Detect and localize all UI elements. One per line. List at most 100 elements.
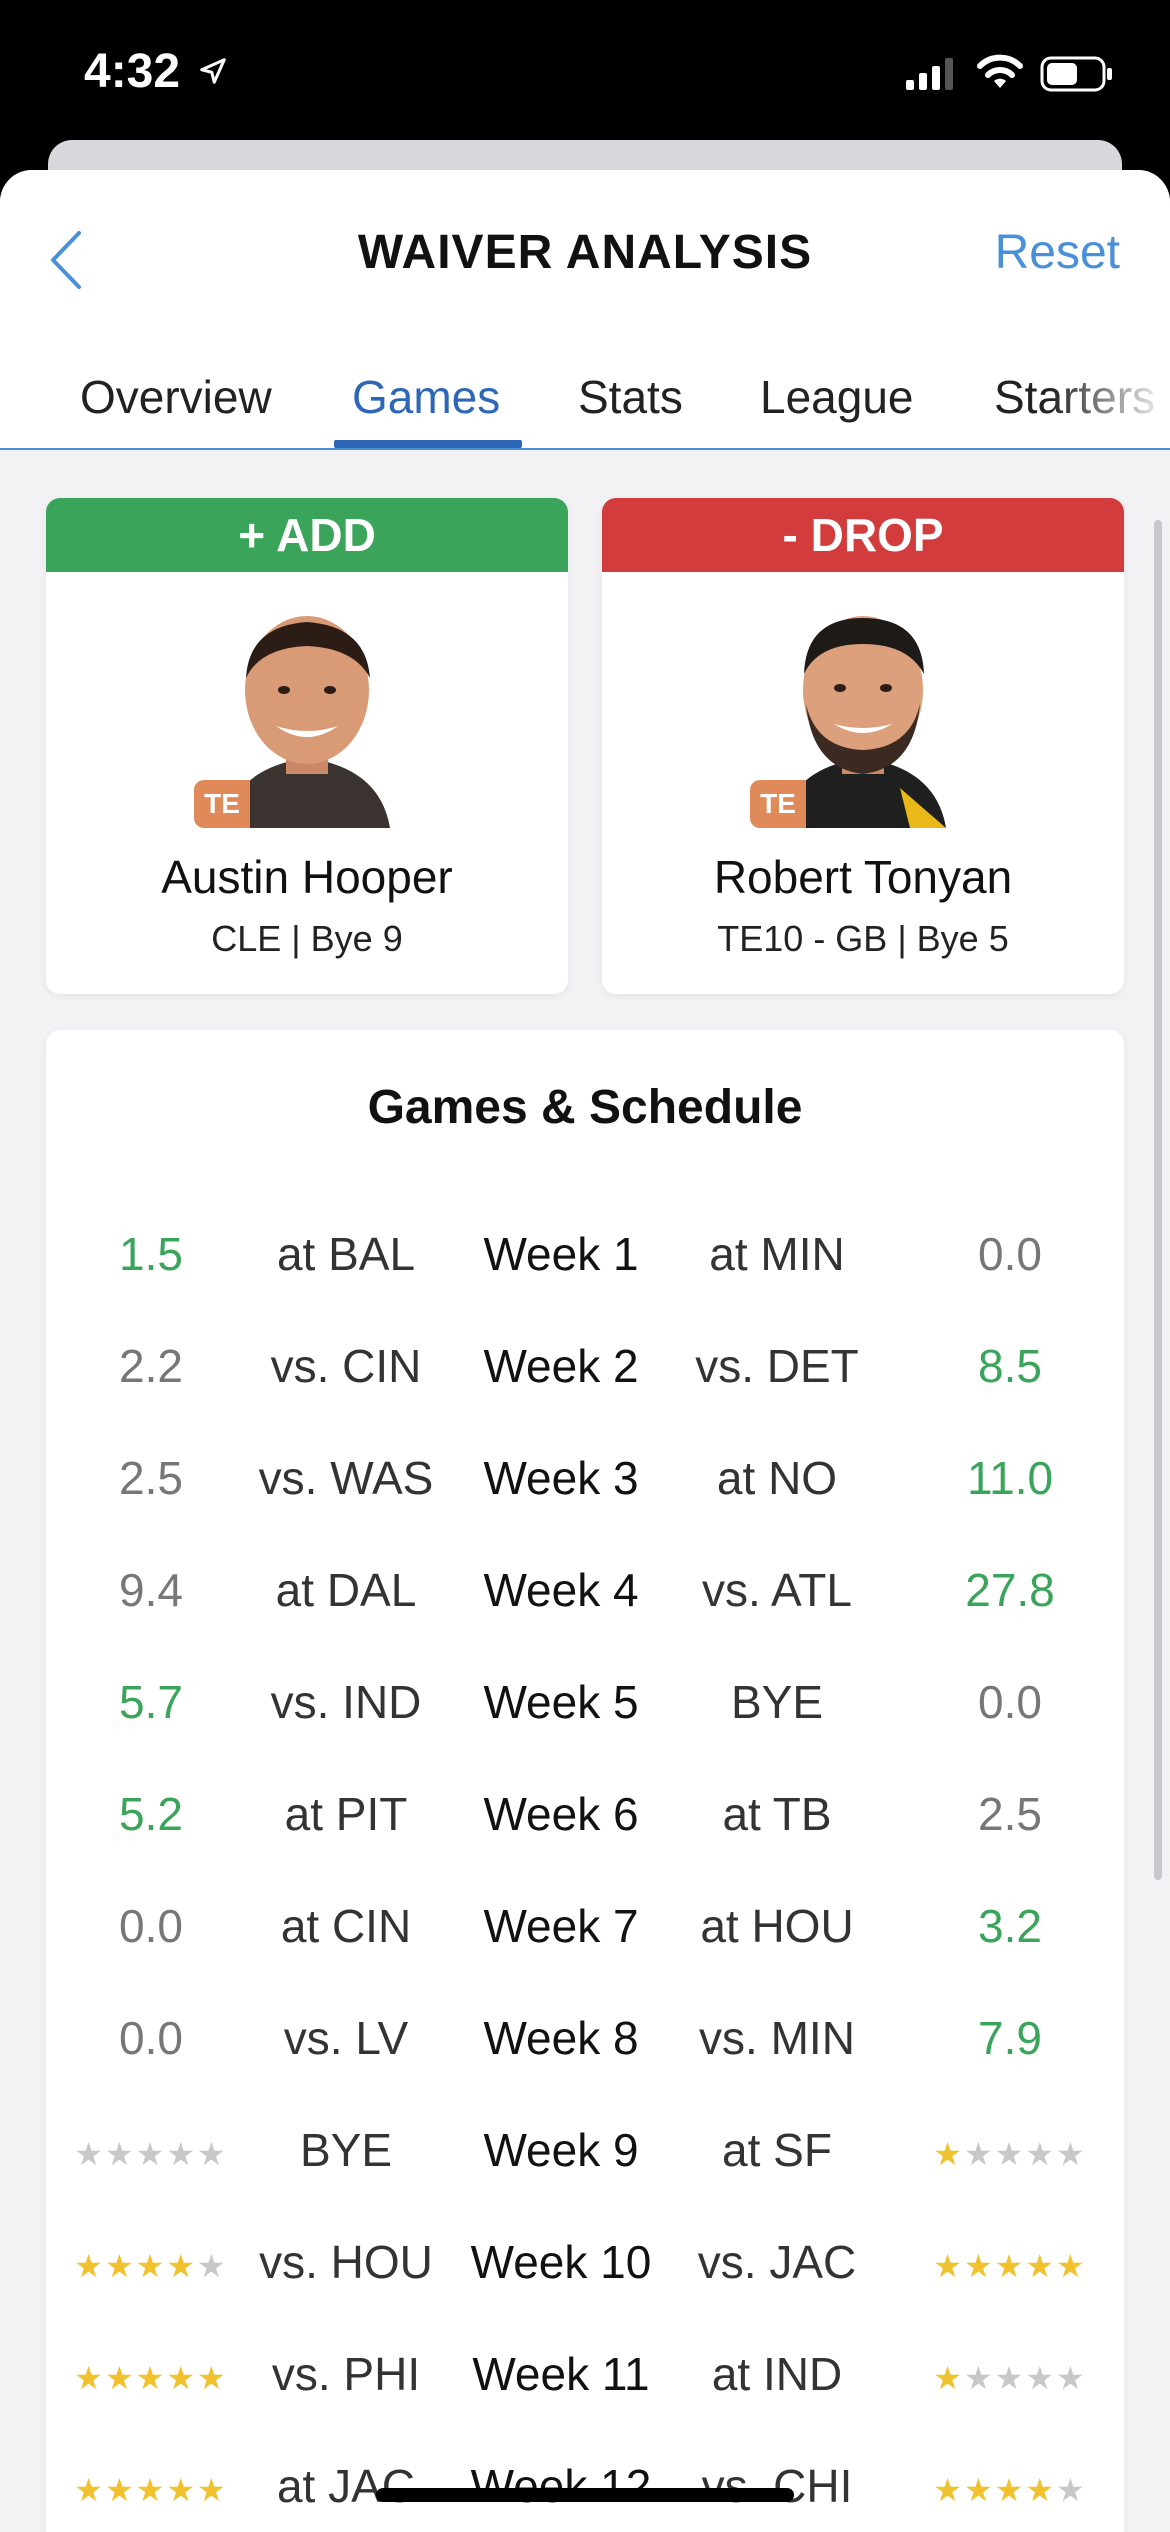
add-player-rating: ★★★★★: [46, 2206, 256, 2318]
add-header: + ADD: [46, 498, 568, 572]
add-player-points: 2.5: [119, 1452, 183, 1504]
tab-overview[interactable]: Overview: [80, 370, 272, 424]
reset-button[interactable]: Reset: [995, 225, 1120, 280]
star-filled-icon: ★: [933, 2471, 964, 2508]
drop-player-opponent: at TB: [722, 1788, 832, 1840]
schedule-row: ★★★★★ vs. PHI Week 11 at IND ★★★★★: [46, 2318, 1124, 2430]
drop-player-opponent: vs. ATL: [702, 1564, 852, 1616]
drop-player-opponent: vs. DET: [695, 1340, 859, 1392]
add-player-points: 9.4: [119, 1564, 183, 1616]
star-empty-icon: ★: [1025, 2359, 1057, 2396]
star-empty-icon: ★: [74, 2135, 105, 2172]
active-tab-indicator: [334, 440, 522, 448]
week-label: Week 9: [483, 2124, 639, 2176]
add-player-opponent: vs. CIN: [270, 1340, 422, 1392]
drop-player-points: 3.2: [978, 1900, 1042, 1952]
drop-player-rating: ★★★★★: [896, 2206, 1124, 2318]
week-label: Week 3: [483, 1452, 639, 1504]
drop-player-opponent: BYE: [730, 1676, 824, 1728]
tab-scroll-fade: [1050, 360, 1170, 448]
star-filled-icon: ★: [166, 2471, 198, 2508]
add-player-opponent: at JAC: [276, 2460, 416, 2512]
add-player-stars: ★★★★★: [74, 2098, 227, 2210]
week-label: Week 4: [483, 1564, 639, 1616]
drop-player-points: 8.5: [978, 1340, 1042, 1392]
tab-league[interactable]: League: [760, 370, 914, 424]
week-label: Week 1: [483, 1228, 639, 1280]
tab-games[interactable]: Games: [352, 370, 500, 424]
week-label: Week 6: [483, 1788, 639, 1840]
week-label: Week 11: [472, 2348, 650, 2400]
star-filled-icon: ★: [74, 2471, 105, 2508]
schedule-row: 0.0 vs. LV Week 8 vs. MIN 7.9: [46, 1982, 1124, 2094]
schedule-row: 2.5 vs. WAS Week 3 at NO 11.0: [46, 1422, 1124, 1534]
tab-bar: Overview Games Stats League Starters: [0, 360, 1170, 450]
add-player-points: 2.2: [119, 1340, 183, 1392]
star-filled-icon: ★: [933, 2135, 964, 2172]
star-filled-icon: ★: [933, 2359, 964, 2396]
star-filled-icon: ★: [104, 2471, 136, 2508]
star-empty-icon: ★: [1056, 2359, 1087, 2396]
drop-player-points: 0.0: [978, 1228, 1042, 1280]
star-filled-icon: ★: [963, 2471, 995, 2508]
drop-player-card[interactable]: - DROP TE Robert Tonyan TE10 - GB | Bye …: [602, 498, 1124, 994]
schedule-row: 5.2 at PIT Week 6 at TB 2.5: [46, 1758, 1124, 1870]
add-player-name: Austin Hooper: [161, 851, 453, 903]
add-player-opponent: at DAL: [275, 1564, 417, 1616]
position-badge: TE: [750, 780, 806, 828]
star-filled-icon: ★: [963, 2247, 995, 2284]
drop-player-points: 7.9: [978, 2012, 1042, 2064]
drop-player-details: TE10 - GB | Bye 5: [717, 918, 1009, 959]
star-empty-icon: ★: [1025, 2135, 1057, 2172]
add-player-points: 0.0: [119, 2012, 183, 2064]
week-label: Week 2: [483, 1340, 639, 1392]
drop-player-rating: ★★★★★: [896, 2318, 1124, 2430]
star-filled-icon: ★: [104, 2247, 136, 2284]
cellular-signal-icon: [906, 58, 953, 90]
schedule-row: 1.5 at BAL Week 1 at MIN 0.0: [46, 1198, 1124, 1310]
star-filled-icon: ★: [104, 2359, 136, 2396]
add-player-card[interactable]: + ADD TE Austin Hooper CLE | Bye 9: [46, 498, 568, 994]
home-indicator[interactable]: [376, 2488, 794, 2502]
star-filled-icon: ★: [1025, 2247, 1057, 2284]
schedule-row: 0.0 at CIN Week 7 at HOU 3.2: [46, 1870, 1124, 1982]
add-player-stars: ★★★★★: [74, 2434, 227, 2532]
star-filled-icon: ★: [135, 2359, 167, 2396]
week-label: Week 12: [470, 2460, 652, 2512]
drop-player-opponent: at SF: [722, 2124, 832, 2176]
drop-player-stars: ★★★★★: [933, 2322, 1086, 2434]
star-filled-icon: ★: [166, 2359, 198, 2396]
star-empty-icon: ★: [994, 2135, 1026, 2172]
drop-player-points: 2.5: [978, 1788, 1042, 1840]
nav-bar: WAIVER ANALYSIS Reset Overview Games Sta…: [0, 170, 1170, 450]
star-empty-icon: ★: [1056, 2135, 1087, 2172]
add-player-opponent: BYE: [299, 2124, 393, 2176]
star-empty-icon: ★: [1056, 2471, 1087, 2508]
week-label: Week 7: [483, 1900, 639, 1952]
star-empty-icon: ★: [197, 2247, 228, 2284]
add-player-opponent: at BAL: [276, 1228, 416, 1280]
add-player-rating: ★★★★★: [46, 2318, 256, 2430]
add-player-opponent: at CIN: [280, 1900, 412, 1952]
drop-player-opponent: vs. JAC: [697, 2236, 857, 2288]
drop-player-stars: ★★★★★: [933, 2434, 1086, 2532]
drop-player-rating: ★★★★★: [896, 2094, 1124, 2206]
schedule-row: 9.4 at DAL Week 4 vs. ATL 27.8: [46, 1534, 1124, 1646]
games-schedule-title: Games & Schedule: [367, 1081, 803, 1134]
schedule-row: ★★★★★ BYE Week 9 at SF ★★★★★: [46, 2094, 1124, 2206]
drop-player-opponent: at HOU: [700, 1900, 854, 1952]
drop-player-opponent: vs. MIN: [699, 2012, 855, 2064]
drop-player-opponent: at IND: [711, 2348, 843, 2400]
status-bar: 4:32: [0, 0, 1170, 150]
scrollbar[interactable]: [1154, 520, 1162, 1880]
star-empty-icon: ★: [994, 2359, 1026, 2396]
drop-player-rating: ★★★★★: [896, 2430, 1124, 2532]
add-player-opponent: vs. WAS: [258, 1452, 434, 1504]
drop-player-points: 0.0: [978, 1676, 1042, 1728]
star-filled-icon: ★: [135, 2247, 167, 2284]
add-player-rating: ★★★★★: [46, 2430, 256, 2532]
star-filled-icon: ★: [994, 2471, 1026, 2508]
position-badge: TE: [194, 780, 250, 828]
tab-stats[interactable]: Stats: [578, 370, 683, 424]
drop-player-opponent: at NO: [716, 1452, 838, 1504]
